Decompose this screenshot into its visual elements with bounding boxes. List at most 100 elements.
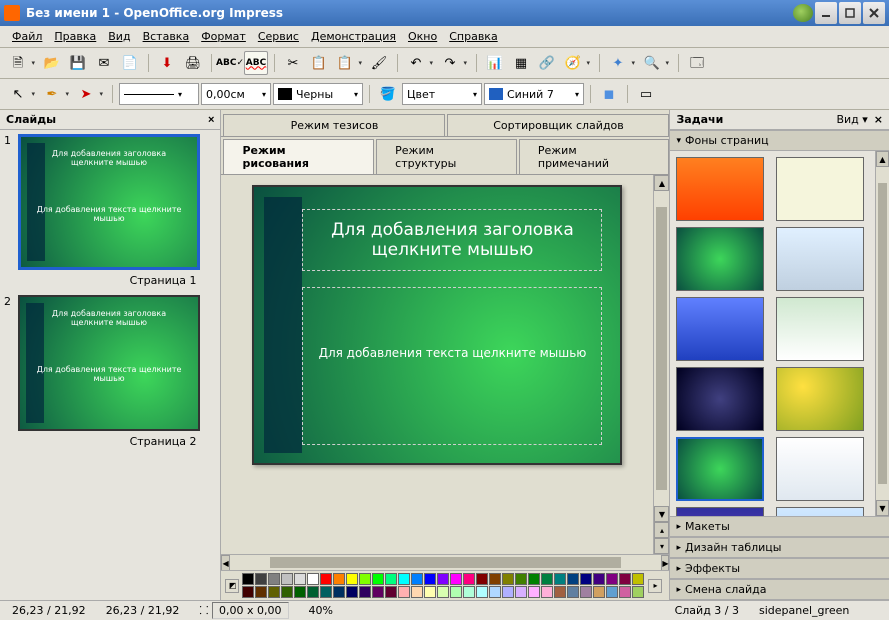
background-thumbnail[interactable]: [676, 367, 764, 431]
table-button[interactable]: ▦: [509, 51, 533, 75]
color-swatch[interactable]: [294, 573, 306, 585]
menu-slideshow[interactable]: Демонстрация: [305, 28, 402, 45]
open-button[interactable]: 📂: [40, 51, 64, 75]
effects-button[interactable]: ✦: [606, 51, 630, 75]
fill-button[interactable]: 🪣: [376, 82, 400, 106]
color-swatch[interactable]: [242, 573, 254, 585]
color-swatch[interactable]: [489, 586, 501, 598]
color-swatch[interactable]: [606, 573, 618, 585]
color-swatch[interactable]: [541, 573, 553, 585]
canvas-hscroll[interactable]: ◀ ▶: [221, 555, 669, 570]
chart-button[interactable]: 📊: [483, 51, 507, 75]
color-swatch[interactable]: [450, 586, 462, 598]
color-swatch[interactable]: [437, 586, 449, 598]
color-swatch[interactable]: [307, 573, 319, 585]
tab-Режим примечаний[interactable]: Режим примечаний: [519, 139, 670, 174]
color-swatch[interactable]: [320, 586, 332, 598]
scroll-left-button[interactable]: ◀: [221, 555, 229, 571]
tab-Режим рисования[interactable]: Режим рисования: [223, 139, 374, 174]
menu-edit[interactable]: Правка: [48, 28, 102, 45]
tab-handout[interactable]: Режим тезисов: [223, 114, 445, 136]
color-swatch[interactable]: [567, 573, 579, 585]
scroll-thumb[interactable]: [656, 207, 667, 490]
color-swatch[interactable]: [294, 586, 306, 598]
menu-tools[interactable]: Сервис: [252, 28, 305, 45]
save-button[interactable]: 💾: [66, 51, 90, 75]
background-thumbnail[interactable]: [676, 507, 764, 516]
color-swatch[interactable]: [502, 586, 514, 598]
filltype-select[interactable]: Цвет▾: [402, 83, 482, 105]
background-thumbnail[interactable]: [776, 297, 864, 361]
color-swatch[interactable]: [320, 573, 332, 585]
tasks-close-button[interactable]: ×: [874, 113, 883, 126]
background-thumbnail[interactable]: [776, 227, 864, 291]
hscroll-thumb[interactable]: [270, 557, 622, 568]
background-thumbnail[interactable]: [676, 437, 764, 501]
gallery-button[interactable]: 🗔: [685, 51, 709, 75]
color-swatch[interactable]: [463, 586, 475, 598]
palette-scroll-button[interactable]: ▸: [648, 579, 662, 593]
formatbrush-button[interactable]: 🖌: [367, 51, 391, 75]
background-thumbnail[interactable]: [676, 227, 764, 291]
scroll-down-button[interactable]: ▼: [654, 506, 669, 522]
color-swatch[interactable]: [580, 586, 592, 598]
color-swatch[interactable]: [593, 573, 605, 585]
color-swatch[interactable]: [515, 573, 527, 585]
color-swatch[interactable]: [424, 586, 436, 598]
color-swatch[interactable]: [398, 573, 410, 585]
color-swatch[interactable]: [307, 586, 319, 598]
color-swatch[interactable]: [346, 586, 358, 598]
undo-button[interactable]: ↶: [404, 51, 428, 75]
color-swatch[interactable]: [476, 573, 488, 585]
print-button[interactable]: 🖨: [181, 51, 205, 75]
pdf-button[interactable]: ⬇: [155, 51, 179, 75]
navigator-button[interactable]: 🧭: [561, 51, 585, 75]
background-thumbnail[interactable]: [776, 367, 864, 431]
bg-scroll-up[interactable]: ▲: [876, 151, 889, 167]
section-backgrounds[interactable]: Фоны страниц: [670, 130, 889, 151]
color-swatch[interactable]: [359, 573, 371, 585]
color-swatch[interactable]: [268, 586, 280, 598]
color-swatch[interactable]: [372, 586, 384, 598]
color-swatch[interactable]: [411, 586, 423, 598]
prev-slide-button[interactable]: ▴: [654, 522, 669, 538]
arrow-select-button[interactable]: ↖: [6, 82, 30, 106]
linewidth-select[interactable]: 0,00см▾: [201, 83, 271, 105]
color-swatch[interactable]: [359, 586, 371, 598]
color-swatch[interactable]: [502, 573, 514, 585]
color-swatch[interactable]: [255, 573, 267, 585]
menu-help[interactable]: Справка: [443, 28, 503, 45]
color-swatch[interactable]: [385, 586, 397, 598]
hyperlink-button[interactable]: 🔗: [535, 51, 559, 75]
menu-window[interactable]: Окно: [402, 28, 443, 45]
canvas-vscroll[interactable]: ▲ ▼ ▴ ▾: [653, 175, 669, 554]
color-swatch[interactable]: [554, 586, 566, 598]
background-thumbnail[interactable]: [676, 157, 764, 221]
color-swatch[interactable]: [424, 573, 436, 585]
color-swatch[interactable]: [632, 586, 644, 598]
scroll-right-button[interactable]: ▶: [661, 555, 669, 571]
linestyle-select[interactable]: ▾: [119, 83, 199, 105]
arrowend-button[interactable]: ➤: [74, 82, 98, 106]
color-swatch[interactable]: [411, 573, 423, 585]
color-swatch[interactable]: [463, 573, 475, 585]
color-swatch[interactable]: [515, 586, 527, 598]
close-button[interactable]: [863, 2, 885, 24]
color-swatch[interactable]: [554, 573, 566, 585]
edit-doc-button[interactable]: 📄: [118, 51, 142, 75]
new-button[interactable]: 🗎: [6, 51, 30, 75]
scroll-up-button[interactable]: ▲: [654, 175, 669, 191]
color-swatch[interactable]: [541, 586, 553, 598]
background-thumbnail[interactable]: [776, 157, 864, 221]
linecolor-select[interactable]: Черны▾: [273, 83, 363, 105]
color-swatch[interactable]: [372, 573, 384, 585]
background-thumbnail[interactable]: [776, 437, 864, 501]
color-swatch[interactable]: [606, 586, 618, 598]
color-swatch[interactable]: [333, 573, 345, 585]
color-swatch[interactable]: [333, 586, 345, 598]
minimize-button[interactable]: [815, 2, 837, 24]
color-swatch[interactable]: [567, 586, 579, 598]
color-swatch[interactable]: [476, 586, 488, 598]
tasks-view-menu[interactable]: Вид ▾: [836, 113, 867, 126]
color-swatch[interactable]: [619, 573, 631, 585]
